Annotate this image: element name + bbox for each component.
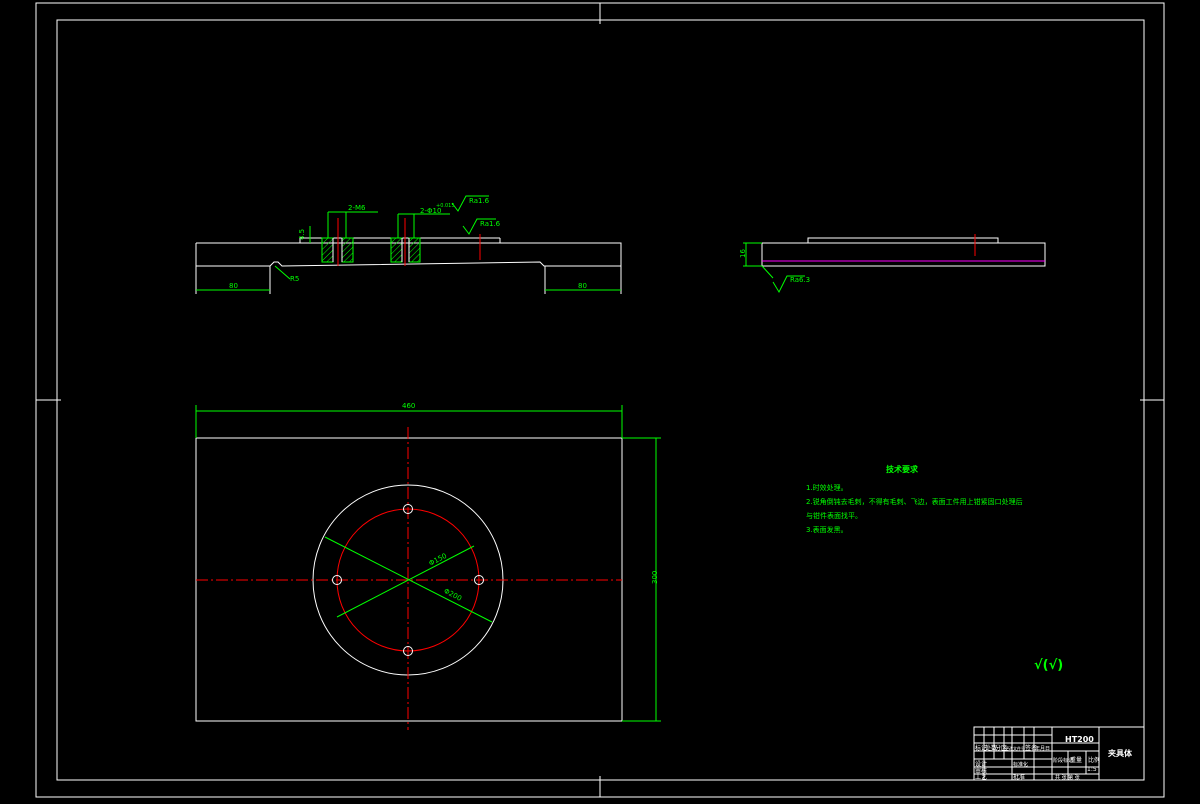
hole-tolerance: +0.015 bbox=[436, 203, 455, 209]
tb-cell-process: 工艺 bbox=[975, 773, 987, 781]
hole-label-left: 2-M6 bbox=[348, 204, 366, 212]
general-roughness-symbol: √(√) bbox=[1034, 658, 1063, 673]
tb-cell-change-doc: 更改文件号 bbox=[1005, 745, 1025, 751]
tech-req-title: 技术要求 bbox=[886, 464, 919, 474]
side-view: 16 Ra6.3 bbox=[739, 234, 1046, 294]
top-dim-height: 300 bbox=[651, 571, 659, 584]
front-dim-radius: R5 bbox=[290, 275, 299, 283]
roughness-label-1: Ra1.6 bbox=[469, 197, 490, 205]
drawing-canvas: 80 80 R5 4.5 2-M6 2-Φ10 +0.015 Ra1.6 Ra1… bbox=[35, 2, 1165, 798]
tb-cell-sheets: 共 张 第 张 bbox=[1055, 774, 1080, 781]
tech-req-line-4: 3.表面发黑。 bbox=[806, 525, 848, 534]
hole-section-right-b bbox=[408, 237, 421, 263]
tb-cell-design: 设计 bbox=[975, 760, 987, 768]
front-dim-left: 80 bbox=[229, 282, 238, 290]
hole-section-right-a bbox=[390, 237, 403, 263]
outer-border bbox=[35, 2, 1165, 798]
tech-req-line-2: 2.锐角倒钝去毛刺，不得有毛刺、飞边，表面工件用上钳紧固口处理后 bbox=[806, 497, 1023, 506]
top-view: Φ150 Φ200 460 300 bbox=[195, 402, 661, 730]
tb-cell-scale: 比例 bbox=[1088, 756, 1100, 764]
title-block: HT200 夹具体 标记 处数 分区 更改文件号 签名 年月日 设计 标准化 阶… bbox=[973, 726, 1145, 781]
title-material: HT200 bbox=[1065, 735, 1094, 744]
side-roughness-label: Ra6.3 bbox=[790, 276, 810, 284]
tb-cell-approve: 批准 bbox=[1013, 773, 1025, 781]
tb-cell-scale-value: 1:5 bbox=[1087, 766, 1097, 773]
technical-requirements: 技术要求 1.时效处理。 2.锐角倒钝去毛刺，不得有毛刺、飞边，表面工件用上钳紧… bbox=[806, 464, 1023, 534]
tech-req-line-1: 1.时效处理。 bbox=[806, 483, 848, 492]
inner-border bbox=[56, 19, 1145, 781]
top-dim-diameter-2: Φ200 bbox=[442, 587, 462, 603]
hole-section-left-b bbox=[341, 237, 354, 263]
tb-cell-standard: 标准化 bbox=[1013, 761, 1028, 768]
side-dim-height: 16 bbox=[739, 249, 747, 258]
hole-section-left-a bbox=[321, 237, 334, 263]
front-dim-right: 80 bbox=[578, 282, 587, 290]
tb-cell-weight: 重量 bbox=[1070, 756, 1082, 764]
tb-cell-date: 年月日 bbox=[1035, 745, 1050, 752]
tech-req-line-3: 与钳件表面找平。 bbox=[806, 511, 862, 520]
front-dim-height: 4.5 bbox=[298, 229, 306, 240]
roughness-label-2: Ra1.6 bbox=[480, 220, 501, 228]
top-dim-width: 460 bbox=[402, 402, 415, 410]
cad-drawing-sheet: 80 80 R5 4.5 2-M6 2-Φ10 +0.015 Ra1.6 Ra1… bbox=[0, 0, 1200, 800]
front-view: 80 80 R5 4.5 2-M6 2-Φ10 +0.015 Ra1.6 Ra1… bbox=[195, 195, 622, 294]
title-part-name: 夹具体 bbox=[1108, 748, 1133, 758]
